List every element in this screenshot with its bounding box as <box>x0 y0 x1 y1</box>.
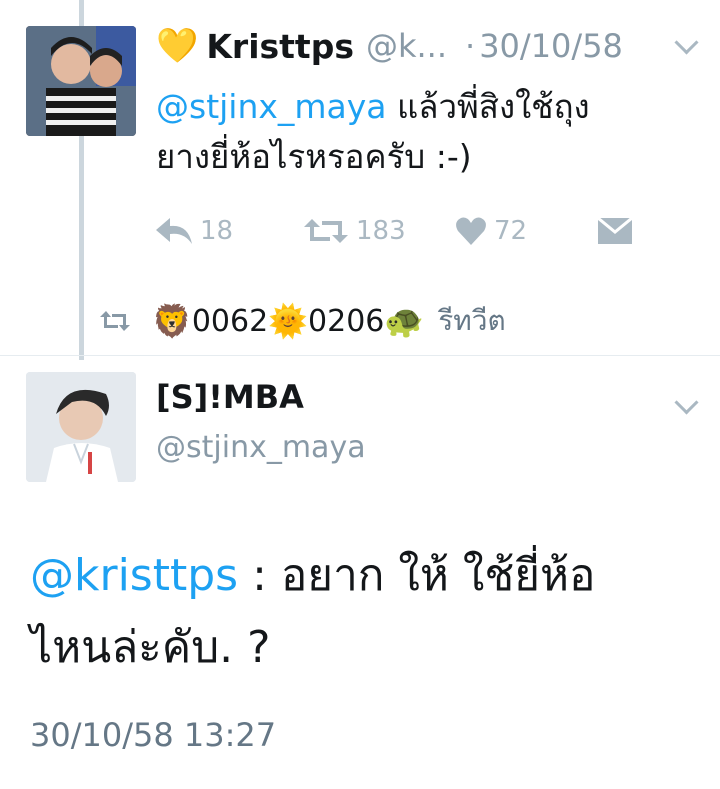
date-separator: · <box>465 27 476 65</box>
heart-emoji-icon: 💛 <box>156 26 199 66</box>
mention-link[interactable]: @kristtps <box>30 550 238 601</box>
tweet1-header: 💛 Kristtps @k... · 30/10/58 <box>156 20 676 72</box>
display-name[interactable]: Kristtps <box>206 27 354 66</box>
handle[interactable]: @stjinx_maya <box>156 430 366 465</box>
tweet1-actions: 18 183 72 <box>156 210 636 254</box>
direct-message-button[interactable] <box>597 216 633 248</box>
tweet-text-line1: แล้วพี่สิงใช้ถุง <box>386 87 590 126</box>
retweeter-name-part1[interactable]: 0062 <box>192 304 268 339</box>
tweet-text-line1: : อยาก ให้ ใช้ยี่ห้อ <box>238 550 596 601</box>
avatar[interactable] <box>26 372 136 482</box>
retweeted-by-bar: 🦁 0062 🌞 0206 🐢 รีทวีต <box>100 296 506 346</box>
tweet1-text: @stjinx_maya แล้วพี่สิงใช้ถุง ยางยี่ห้อไ… <box>156 82 590 182</box>
reply-button[interactable]: 18 <box>156 216 233 246</box>
turtle-emoji-icon: 🐢 <box>384 302 425 340</box>
tweet-text-line2: ยางยี่ห้อไรหรอครับ :-) <box>156 137 472 176</box>
retweet-count: 183 <box>356 216 406 246</box>
lion-emoji-icon: 🦁 <box>152 302 192 340</box>
retweet-icon <box>304 219 348 243</box>
timestamp[interactable]: 30/10/58 13:27 <box>30 716 276 754</box>
retweet-button[interactable]: 183 <box>304 216 406 246</box>
mention-link[interactable]: @stjinx_maya <box>156 87 387 126</box>
tweet-date[interactable]: 30/10/58 <box>479 27 623 65</box>
envelope-icon <box>597 216 633 244</box>
reply-count: 18 <box>200 216 234 246</box>
divider <box>0 355 720 356</box>
avatar[interactable] <box>26 26 136 136</box>
tweet2-text: @kristtps : อยาก ให้ ใช้ยี่ห้อ ไหนล่ะคับ… <box>30 540 595 684</box>
avatar-photo <box>26 372 136 482</box>
retweet-small-icon <box>100 311 130 331</box>
heart-icon <box>456 217 486 245</box>
like-count: 72 <box>494 216 528 246</box>
tweet-text-line2: ไหนล่ะคับ. ? <box>30 622 271 673</box>
retweeter-name-part2[interactable]: 0206 <box>308 304 384 339</box>
chevron-down-icon[interactable] <box>674 30 699 55</box>
handle[interactable]: @k... <box>366 27 447 65</box>
sun-emoji-icon: 🌞 <box>268 302 309 340</box>
avatar-photo <box>26 26 136 136</box>
display-name[interactable]: [S]!MBA <box>156 378 304 416</box>
like-button[interactable]: 72 <box>456 216 527 246</box>
chevron-down-icon[interactable] <box>674 390 699 415</box>
reply-icon <box>156 218 192 244</box>
retweeted-label: รีทวีต <box>438 304 506 337</box>
